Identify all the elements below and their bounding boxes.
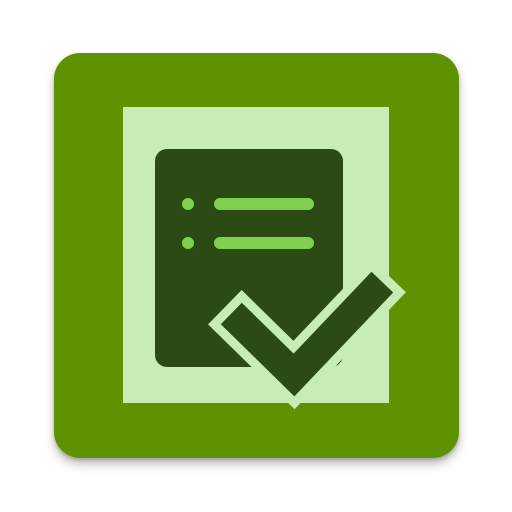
app-icon-stage bbox=[0, 0, 512, 512]
app-icon-tile[interactable] bbox=[54, 53, 459, 458]
list-line-2 bbox=[214, 237, 314, 249]
list-line-1 bbox=[214, 198, 314, 210]
bullet-dot-1 bbox=[182, 198, 194, 210]
bullet-dot-2 bbox=[182, 237, 194, 249]
checklist-document-icon bbox=[54, 53, 459, 458]
